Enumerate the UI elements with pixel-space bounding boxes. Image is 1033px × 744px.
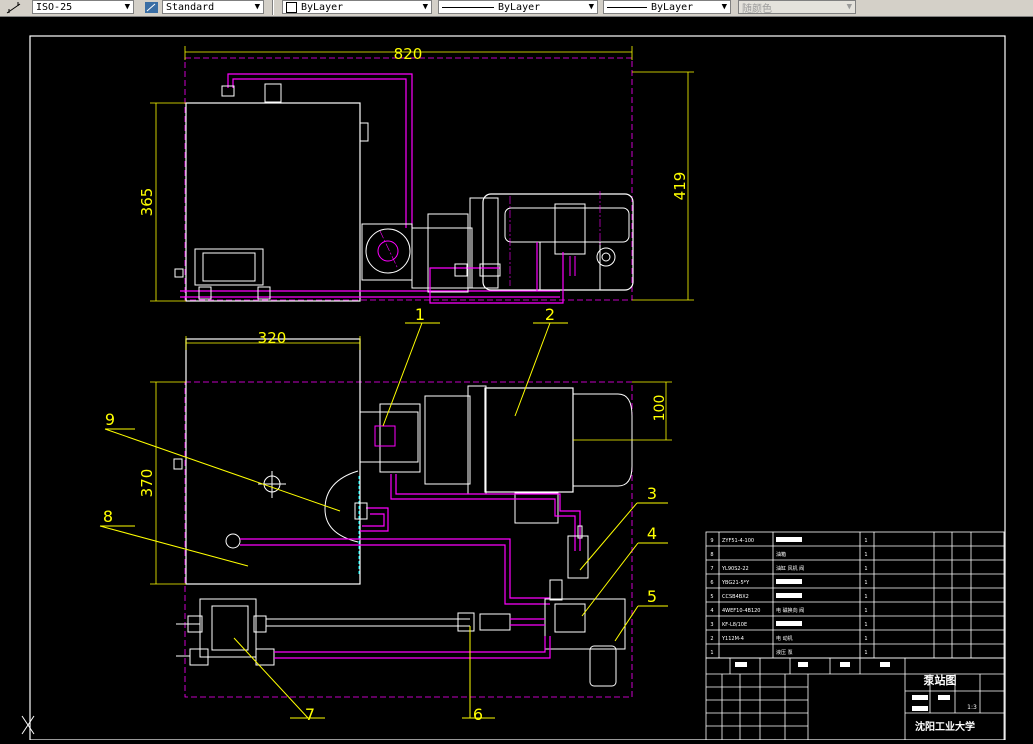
dimstyle-icon[interactable] bbox=[6, 0, 22, 14]
part-number: 8 bbox=[710, 552, 713, 558]
part-number: 5 bbox=[710, 594, 713, 600]
textstyle-select[interactable]: Standard ▼ bbox=[162, 0, 264, 14]
parts-list bbox=[705, 531, 1005, 659]
part-quantity: 1 bbox=[864, 622, 867, 628]
textstyle-value: Standard bbox=[166, 1, 215, 13]
part-name: 电 动机 bbox=[776, 635, 793, 642]
part-name: 电 磁换向 阀 bbox=[776, 607, 804, 614]
title-cell-fill bbox=[840, 662, 850, 667]
balloon-9: 9 bbox=[105, 410, 115, 429]
dim-top-height-left: 365 bbox=[138, 188, 156, 217]
top-view bbox=[174, 57, 634, 304]
title-cell-fill bbox=[880, 662, 890, 667]
chevron-down-icon: ▼ bbox=[422, 2, 428, 12]
part-quantity: 1 bbox=[864, 636, 867, 642]
color-swatch-icon bbox=[286, 1, 297, 13]
part-number: 2 bbox=[710, 636, 713, 642]
ucs-icon bbox=[21, 715, 35, 735]
dimstyle-value: ISO-25 bbox=[36, 1, 73, 13]
part-code: YBG21-5*Y bbox=[721, 580, 750, 586]
color-select[interactable]: ByLayer ▼ bbox=[282, 0, 432, 14]
chevron-down-icon: ▼ bbox=[254, 2, 260, 12]
part-name: 液压 泵 bbox=[776, 649, 793, 656]
lineweight-value: ByLayer bbox=[651, 1, 694, 13]
dim-top-height-right: 419 bbox=[671, 172, 689, 201]
drawing-scale: 1:3 bbox=[967, 704, 977, 711]
chevron-down-icon: ▼ bbox=[588, 2, 594, 12]
dim-top-width: 820 bbox=[394, 45, 423, 63]
linetype-select[interactable]: ByLayer ▼ bbox=[438, 0, 598, 14]
plotstyle-value: 随颜色 bbox=[742, 3, 772, 15]
textstyle-icon[interactable] bbox=[144, 0, 160, 14]
part-number: 6 bbox=[710, 580, 713, 586]
front-view bbox=[173, 338, 633, 698]
part-quantity: 1 bbox=[864, 608, 867, 614]
school-name: 沈阳工业大学 bbox=[915, 720, 975, 733]
part-number: 1 bbox=[710, 650, 713, 656]
part-name-fill bbox=[776, 579, 802, 584]
part-quantity: 1 bbox=[864, 580, 867, 586]
drawing-svg: 820 365 419 320 370 100 1 2 3 4 5 6 7 8 … bbox=[21, 35, 1006, 741]
part-code: Y112M-4 bbox=[721, 636, 744, 642]
balloon-5: 5 bbox=[647, 587, 657, 606]
linetype-value: ByLayer bbox=[498, 1, 541, 13]
part-quantity: 1 bbox=[864, 552, 867, 558]
part-number: 9 bbox=[710, 538, 713, 544]
linetype-preview-icon bbox=[442, 6, 494, 8]
part-code: 4WEF10-4B120 bbox=[722, 608, 760, 614]
dim-front-height-left: 370 bbox=[138, 469, 156, 498]
balloon-6: 6 bbox=[473, 705, 483, 724]
part-name-fill bbox=[776, 593, 802, 598]
dim-front-height-right: 100 bbox=[652, 395, 668, 422]
lineweight-preview-icon bbox=[607, 6, 647, 8]
drawing-canvas[interactable]: 820 365 419 320 370 100 1 2 3 4 5 6 7 8 … bbox=[0, 16, 1033, 741]
dimstyle-select[interactable]: ISO-25 ▼ bbox=[32, 0, 134, 14]
title-cell-fill bbox=[735, 662, 747, 667]
lineweight-select[interactable]: ByLayer ▼ bbox=[603, 0, 731, 14]
part-quantity: 1 bbox=[864, 650, 867, 656]
title-cell-fill bbox=[912, 695, 928, 700]
balloon-7: 7 bbox=[305, 705, 315, 724]
drawing-name: 泵站图 bbox=[924, 673, 957, 687]
title-cell-fill bbox=[912, 706, 928, 711]
part-number: 4 bbox=[710, 608, 713, 614]
part-name-fill bbox=[776, 621, 802, 626]
properties-toolbar: ISO-25 ▼ Standard ▼ ByLayer ▼ ByLayer ▼ … bbox=[0, 0, 1033, 17]
balloon-8: 8 bbox=[103, 507, 113, 526]
part-code: YL90S2-22 bbox=[721, 566, 749, 572]
chevron-down-icon: ▼ bbox=[721, 2, 727, 12]
part-name-fill bbox=[776, 537, 802, 542]
part-quantity: 1 bbox=[864, 566, 867, 572]
color-value: ByLayer bbox=[301, 1, 344, 13]
balloon-1: 1 bbox=[415, 305, 425, 324]
title-cell-fill bbox=[798, 662, 808, 667]
parts-rows: 9 ZYF51-4-100 1 8 油箱 1 7 YL90S2-22 油缸 风机 阀 1 6 YBG2… bbox=[710, 537, 868, 656]
part-name: 油缸 风机 阀 bbox=[776, 565, 804, 572]
balloon-4: 4 bbox=[647, 524, 657, 543]
part-number: 3 bbox=[710, 622, 713, 628]
part-quantity: 1 bbox=[864, 538, 867, 544]
chevron-down-icon: ▼ bbox=[124, 2, 130, 12]
plotstyle-select[interactable]: 随颜色 ▼ bbox=[738, 0, 856, 15]
part-number: 7 bbox=[710, 566, 713, 572]
toolbar-separator bbox=[272, 0, 274, 15]
part-code: KF-L8/10E bbox=[722, 622, 747, 628]
part-name: 油箱 bbox=[776, 551, 786, 558]
part-quantity: 1 bbox=[864, 594, 867, 600]
balloon-2: 2 bbox=[545, 305, 555, 324]
chevron-down-icon: ▼ bbox=[846, 2, 852, 12]
part-code: ZYF51-4-100 bbox=[722, 538, 754, 544]
balloon-3: 3 bbox=[647, 484, 657, 503]
title-cell-fill bbox=[938, 695, 950, 700]
dim-front-width: 320 bbox=[258, 329, 287, 347]
part-code: CCSB4BX2 bbox=[722, 594, 749, 600]
